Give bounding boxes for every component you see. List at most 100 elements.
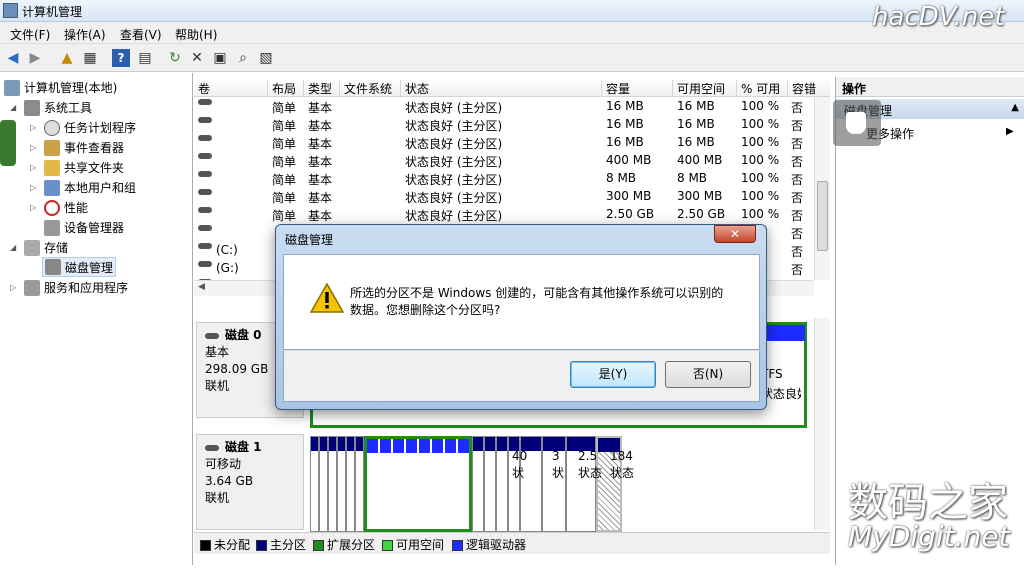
partition-head (320, 437, 327, 451)
delete-icon[interactable]: ✕ (188, 49, 206, 67)
expand-icon[interactable]: ▷ (30, 183, 40, 192)
dialog-footer: 是(Y) 否(N) (283, 350, 760, 402)
refresh-icon[interactable]: ↻ (166, 49, 184, 67)
logical-drive-bar (445, 439, 456, 453)
disk1-partition[interactable] (472, 436, 484, 532)
toolbar: ◀ ▶ ▲ ▦ ? ▤ ↻ ✕ ▣ ⌕ ▧ (0, 44, 1024, 72)
cell-status: 状态良好 (主分区) (405, 119, 503, 133)
tree-disk-management[interactable]: 磁盘管理 (42, 257, 117, 277)
col-layout[interactable]: 布局 (267, 80, 303, 97)
cell-ft: 否 (791, 263, 804, 277)
partition-head (485, 437, 495, 451)
disk1-partition[interactable] (496, 436, 508, 532)
disk-management-icon (45, 259, 61, 275)
tree-device-manager[interactable]: 设备管理器 (44, 219, 124, 236)
disk1-label[interactable]: 磁盘 1 可移动 3.64 GB 联机 (196, 434, 304, 530)
volume-row[interactable]: 简单 基本 状态良好 (主分区) 16 MB 16 MB 100 % 否 (194, 115, 814, 133)
disk1-partition[interactable] (346, 436, 355, 532)
forward-arrow-icon[interactable]: ▶ (26, 49, 44, 67)
dialog-message: 所选的分区不是 Windows 创建的，可能含有其他操作系统可以识别的 数据。您想… (350, 286, 724, 317)
col-filesystem[interactable]: 文件系统 (339, 80, 400, 97)
volume-row[interactable]: 简单 基本 状态良好 (主分区) 16 MB 16 MB 100 % 否 (194, 97, 814, 115)
legend-extended: 扩展分区 (327, 538, 376, 552)
disk1-partition[interactable] (355, 436, 364, 532)
expand-icon[interactable]: ▷ (30, 203, 40, 212)
partition-head (329, 437, 336, 451)
disk1-partition[interactable] (337, 436, 346, 532)
tree-local-users[interactable]: ▷ 本地用户和组 (30, 179, 136, 196)
disk0-name: 磁盘 0 (225, 328, 262, 342)
volume-row[interactable]: 简单 基本 状态良好 (主分区) 400 MB 400 MB 100 % 否 (194, 151, 814, 169)
col-capacity[interactable]: 容量 (601, 80, 672, 97)
tree-root[interactable]: 计算机管理(本地) (4, 79, 117, 96)
expand-icon[interactable]: ▷ (10, 283, 20, 292)
tree-system-tools[interactable]: ◢ 系统工具 (10, 99, 92, 116)
cell-type: 基本 (308, 155, 333, 169)
help-icon[interactable]: ? (112, 49, 130, 67)
col-volume[interactable]: 卷 (194, 80, 267, 97)
no-button[interactable]: 否(N) (665, 361, 751, 388)
menu-help[interactable]: 帮助(H) (175, 26, 217, 43)
up-folder-icon[interactable]: ▲ (58, 49, 76, 67)
cell-layout: 简单 (272, 209, 297, 223)
menu-bar: 文件(F) 操作(A) 查看(V) 帮助(H) (0, 22, 1024, 44)
disk-map-scrollbar[interactable] (814, 318, 830, 530)
volume-row[interactable]: 简单 基本 状态良好 (主分区) 16 MB 16 MB 100 % 否 (194, 133, 814, 151)
show-hide-tree-icon[interactable]: ▦ (81, 49, 99, 67)
close-icon: ✕ (729, 227, 741, 241)
col-free-space[interactable]: 可用空间 (672, 80, 736, 97)
dialog-close-button[interactable]: ✕ (714, 225, 756, 243)
tree-event-viewer[interactable]: ▷ 事件查看器 (30, 139, 124, 156)
tree-shared-folders[interactable]: ▷ 共享文件夹 (30, 159, 124, 176)
logical-drive-bar (419, 439, 430, 453)
collapse-icon[interactable]: ◢ (10, 243, 20, 252)
cell-type: 基本 (308, 191, 333, 205)
disk1-part3-size: 2.5 (578, 449, 598, 463)
col-type[interactable]: 类型 (303, 80, 339, 97)
menu-view[interactable]: 查看(V) (120, 26, 162, 43)
disk-icon (205, 444, 219, 451)
volume-row[interactable]: 简单 基本 状态良好 (主分区) 8 MB 8 MB 100 % 否 (194, 169, 814, 187)
expand-icon[interactable]: ▷ (30, 123, 40, 132)
expand-icon[interactable]: ▷ (30, 143, 40, 152)
back-arrow-icon[interactable]: ◀ (4, 49, 22, 67)
export-icon[interactable]: ▧ (257, 49, 275, 67)
cell-pct: 100 % (741, 99, 780, 113)
tree-services[interactable]: ▷ 服务和应用程序 (10, 279, 128, 296)
volume-icon (198, 117, 212, 123)
cell-cap: 16 MB (606, 117, 644, 131)
cell-cap: 300 MB (606, 189, 652, 203)
disk1-partition[interactable] (484, 436, 496, 532)
cell-free: 400 MB (677, 153, 723, 167)
usb-eject-overlay[interactable] (833, 100, 881, 146)
tree-storage[interactable]: ◢ 存储 (10, 239, 68, 256)
volume-row[interactable]: 简单 基本 状态良好 (主分区) 2.50 GB 2.50 GB 100 % 否 (194, 205, 814, 223)
usb-drive-icon (846, 112, 866, 134)
volume-row[interactable]: 简单 基本 状态良好 (主分区) 300 MB 300 MB 100 % 否 (194, 187, 814, 205)
disk1-partition[interactable] (364, 436, 472, 532)
scroll-left-icon[interactable]: ◀ (198, 282, 205, 292)
volume-list-scrollbar[interactable] (814, 97, 830, 280)
expand-icon[interactable]: ▷ (30, 163, 40, 172)
col-status[interactable]: 状态 (400, 80, 601, 97)
collapse-icon[interactable]: ◢ (10, 103, 20, 112)
disk1-part4-state: 状态 (610, 466, 635, 480)
tree-task-scheduler[interactable]: ▷ 任务计划程序 (30, 119, 136, 136)
cell-type: 基本 (308, 209, 333, 223)
scroll-thumb[interactable] (817, 181, 828, 251)
search-icon[interactable]: ⌕ (234, 49, 252, 67)
properties-icon[interactable]: ▤ (136, 49, 154, 67)
menu-file[interactable]: 文件(F) (10, 26, 50, 43)
tree-performance[interactable]: ▷ 性能 (30, 199, 88, 216)
cell-free: 16 MB (677, 99, 715, 113)
cell-pct: 100 % (741, 117, 780, 131)
yes-button[interactable]: 是(Y) (570, 361, 656, 388)
disk1-partition[interactable] (310, 436, 319, 532)
disk1-partition[interactable] (328, 436, 337, 532)
properties-page-icon[interactable]: ▣ (211, 49, 229, 67)
disk1-partition[interactable] (319, 436, 328, 532)
col-pct-free[interactable]: % 可用 (736, 80, 787, 97)
col-fault-tolerance[interactable]: 容错 (787, 80, 830, 97)
collapse-arrow-icon[interactable]: ▲ (1011, 102, 1019, 113)
menu-action[interactable]: 操作(A) (64, 26, 106, 43)
